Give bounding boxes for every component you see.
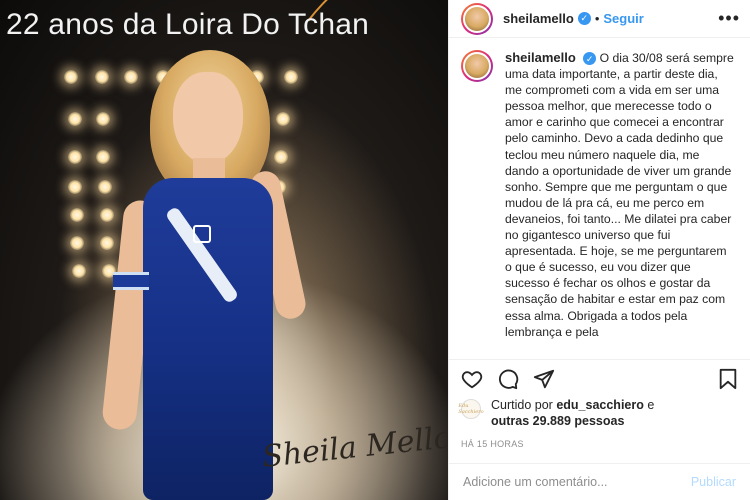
publish-button[interactable]: Publicar bbox=[691, 475, 736, 489]
post-sidebar: sheilamello ✓ • Seguir ••• sheilamello ✓… bbox=[448, 0, 750, 500]
brand-logo-icon bbox=[193, 225, 211, 243]
person-figure bbox=[101, 50, 315, 500]
face bbox=[173, 72, 243, 164]
stage-light bbox=[70, 236, 84, 250]
likes-others-link[interactable]: outras 29.889 pessoas bbox=[491, 414, 624, 428]
action-bar bbox=[449, 359, 750, 397]
heart-icon[interactable] bbox=[461, 368, 483, 390]
image-overlay-title: 22 anos da Loira Do Tchan bbox=[6, 8, 370, 41]
caption-body: O dia 30/08 será sempre uma data importa… bbox=[505, 51, 734, 339]
post-header: sheilamello ✓ • Seguir ••• bbox=[449, 0, 750, 38]
stage-light bbox=[68, 112, 82, 126]
comment-icon[interactable] bbox=[497, 368, 519, 390]
likes-conjunction: e bbox=[647, 398, 655, 412]
comment-bar: Publicar bbox=[449, 463, 750, 500]
share-icon[interactable] bbox=[533, 368, 555, 390]
likes-prefix: Curtido por bbox=[491, 398, 553, 412]
stage-light bbox=[72, 264, 86, 278]
liker-username[interactable]: edu_sacchiero bbox=[556, 398, 644, 412]
post-image[interactable]: 22 anos da Loira Do Tchan Sheila Mello bbox=[0, 0, 448, 500]
likes-section: Edu Sacchiero Curtido por edu_sacchiero … bbox=[449, 397, 750, 433]
caption-text: sheilamello ✓ O dia 30/08 será sempre um… bbox=[505, 50, 736, 359]
verified-badge-icon: ✓ bbox=[577, 12, 591, 25]
header-username[interactable]: sheilamello bbox=[503, 11, 574, 26]
verified-badge-icon: ✓ bbox=[583, 52, 597, 66]
likes-text: Curtido por edu_sacchiero e outras 29.88… bbox=[491, 397, 654, 429]
separator-dot: • bbox=[594, 11, 600, 26]
instagram-post: 22 anos da Loira Do Tchan Sheila Mello s… bbox=[0, 0, 750, 500]
follow-button[interactable]: Seguir bbox=[603, 11, 643, 26]
caption-section: sheilamello ✓ O dia 30/08 será sempre um… bbox=[449, 38, 750, 359]
armband bbox=[113, 272, 149, 290]
stage-light bbox=[70, 208, 84, 222]
more-options-icon[interactable]: ••• bbox=[718, 8, 740, 29]
caption-username[interactable]: sheilamello bbox=[505, 50, 576, 65]
post-timestamp[interactable]: HÁ 15 HORAS bbox=[449, 433, 750, 463]
stage-light bbox=[68, 150, 82, 164]
bookmark-icon[interactable] bbox=[718, 368, 738, 390]
caption-avatar[interactable] bbox=[461, 50, 493, 82]
avatar[interactable] bbox=[461, 2, 493, 35]
liker-avatar[interactable]: Edu Sacchiero bbox=[458, 399, 484, 419]
comment-input[interactable] bbox=[463, 475, 691, 489]
stage-light bbox=[64, 70, 78, 84]
stage-light bbox=[68, 180, 82, 194]
